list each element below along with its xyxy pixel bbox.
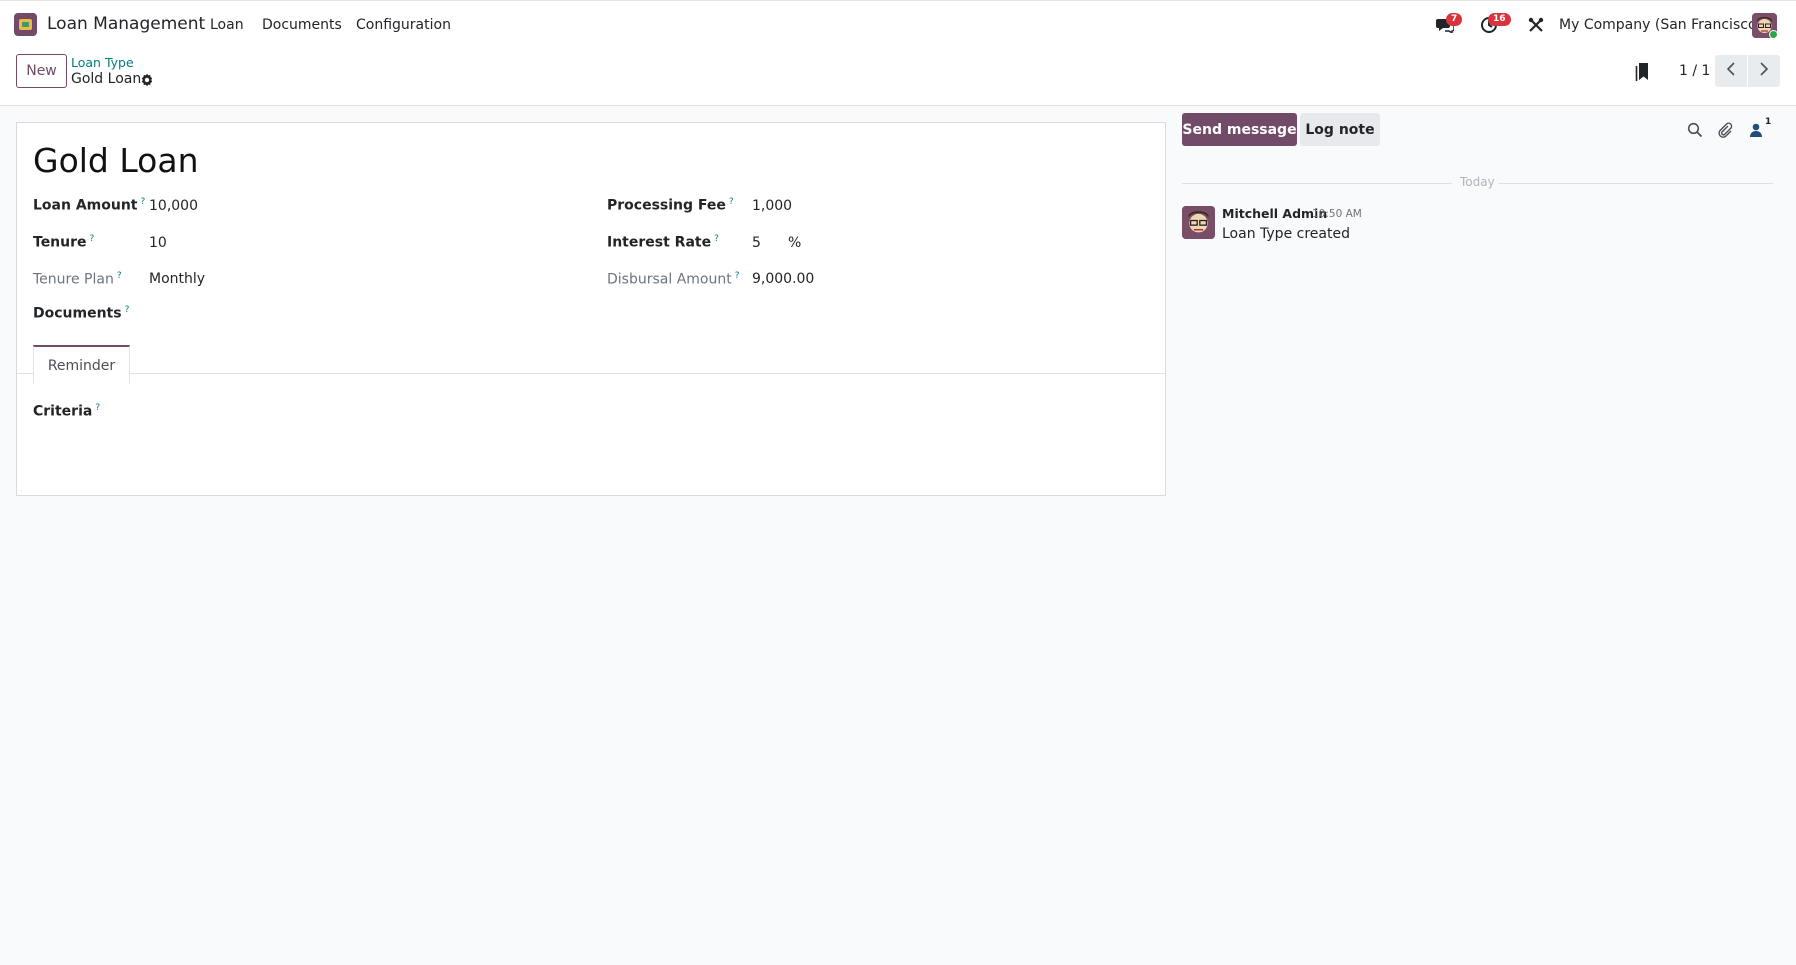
help-icon[interactable]: ?	[729, 197, 734, 207]
company-switcher[interactable]: My Company (San Francisco)	[1559, 17, 1762, 33]
menu-documents[interactable]: Documents	[262, 17, 342, 33]
tab-divider	[17, 373, 1165, 374]
loan-amount-field[interactable]: 10,000	[149, 198, 198, 214]
help-icon[interactable]: ?	[735, 271, 740, 281]
help-icon[interactable]: ?	[714, 234, 719, 244]
menu-loan[interactable]: Loan	[210, 17, 244, 33]
message-body: Loan Type created	[1222, 226, 1350, 242]
app-icon[interactable]	[14, 13, 37, 36]
send-message-button[interactable]: Send message	[1182, 113, 1297, 146]
documents-label: Documents?	[33, 305, 130, 322]
pager-previous-button[interactable]	[1715, 55, 1747, 87]
tenure-plan-field[interactable]: Monthly	[149, 271, 205, 287]
chevron-left-icon	[1726, 62, 1736, 80]
gear-icon[interactable]	[140, 73, 154, 87]
criteria-label: Criteria?	[33, 403, 101, 420]
search-icon[interactable]	[1687, 122, 1703, 138]
user-avatar[interactable]	[1752, 13, 1777, 38]
processing-fee-label: Processing Fee?	[607, 197, 734, 214]
breadcrumb-current: Gold Loan	[71, 71, 142, 87]
breadcrumb-parent[interactable]: Loan Type	[71, 55, 134, 70]
date-separator-line	[1182, 183, 1452, 184]
tenure-field[interactable]: 10	[149, 235, 167, 251]
bookmark-icon[interactable]	[1635, 62, 1651, 82]
online-status-icon	[1769, 30, 1777, 38]
date-separator: Today	[1460, 175, 1495, 189]
pager-next-button[interactable]	[1748, 55, 1780, 87]
processing-fee-field[interactable]: 1,000	[752, 198, 792, 214]
paperclip-icon[interactable]	[1717, 122, 1733, 138]
menu-configuration[interactable]: Configuration	[356, 17, 451, 33]
interest-rate-label: Interest Rate?	[607, 234, 719, 251]
pager-value[interactable]: 1 / 1	[1679, 63, 1710, 79]
control-panel: New Loan Type Gold Loan 1 / 1	[0, 49, 1796, 106]
help-icon[interactable]: ?	[95, 403, 100, 413]
app-name[interactable]: Loan Management	[47, 14, 205, 34]
help-icon[interactable]: ?	[90, 234, 95, 244]
help-icon[interactable]: ?	[141, 197, 146, 207]
help-icon[interactable]: ?	[125, 305, 130, 315]
message-author-avatar[interactable]	[1182, 206, 1215, 239]
top-navbar: Loan Management Loan Documents Configura…	[0, 0, 1796, 49]
log-note-button[interactable]: Log note	[1300, 113, 1380, 146]
followers-icon[interactable]	[1749, 122, 1765, 138]
disbursal-amount-field: 9,000.00	[752, 271, 815, 287]
chevron-right-icon	[1759, 62, 1769, 80]
tenure-plan-label: Tenure Plan?	[33, 271, 122, 288]
percent-suffix: %	[788, 235, 802, 251]
form-sheet: Gold Loan Loan Amount? 10,000 Tenure? 10…	[16, 122, 1166, 496]
date-separator-line	[1498, 183, 1773, 184]
tenure-label: Tenure?	[33, 234, 95, 251]
tab-reminder[interactable]: Reminder	[33, 345, 130, 384]
messages-badge: 7	[1446, 13, 1463, 26]
message-time: 10:50 AM	[1312, 208, 1362, 220]
tools-icon[interactable]	[1526, 15, 1546, 35]
help-icon[interactable]: ?	[117, 271, 122, 281]
new-button[interactable]: New	[16, 54, 67, 88]
disbursal-amount-label: Disbursal Amount?	[607, 271, 740, 288]
record-title[interactable]: Gold Loan	[33, 141, 199, 180]
activities-badge: 16	[1488, 13, 1511, 26]
followers-count: 1	[1765, 117, 1772, 127]
loan-amount-label: Loan Amount?	[33, 197, 146, 214]
interest-rate-field[interactable]: 5	[752, 235, 761, 251]
